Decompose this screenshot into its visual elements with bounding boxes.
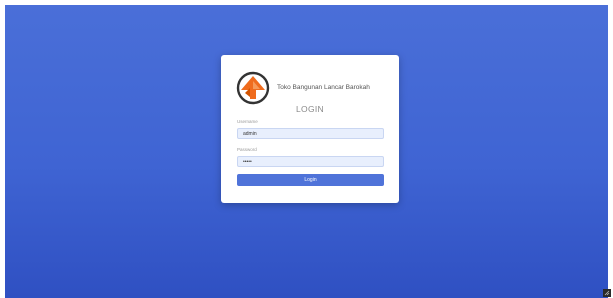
password-input[interactable] [237, 156, 384, 167]
password-label: Password [237, 147, 257, 152]
login-card: Toko Bangunan Lancar Barokah LOGIN Usern… [221, 55, 399, 203]
username-label: Username [237, 119, 258, 124]
brand-header: Toko Bangunan Lancar Barokah [236, 71, 396, 107]
page: Toko Bangunan Lancar Barokah LOGIN Usern… [0, 0, 613, 298]
username-input[interactable] [237, 128, 384, 139]
login-title: LOGIN [296, 104, 324, 114]
login-button[interactable]: Login [237, 174, 384, 186]
orange-house-logo-icon [236, 71, 270, 105]
brand-name: Toko Bangunan Lancar Barokah [277, 84, 370, 91]
resize-corner-icon [603, 289, 611, 297]
